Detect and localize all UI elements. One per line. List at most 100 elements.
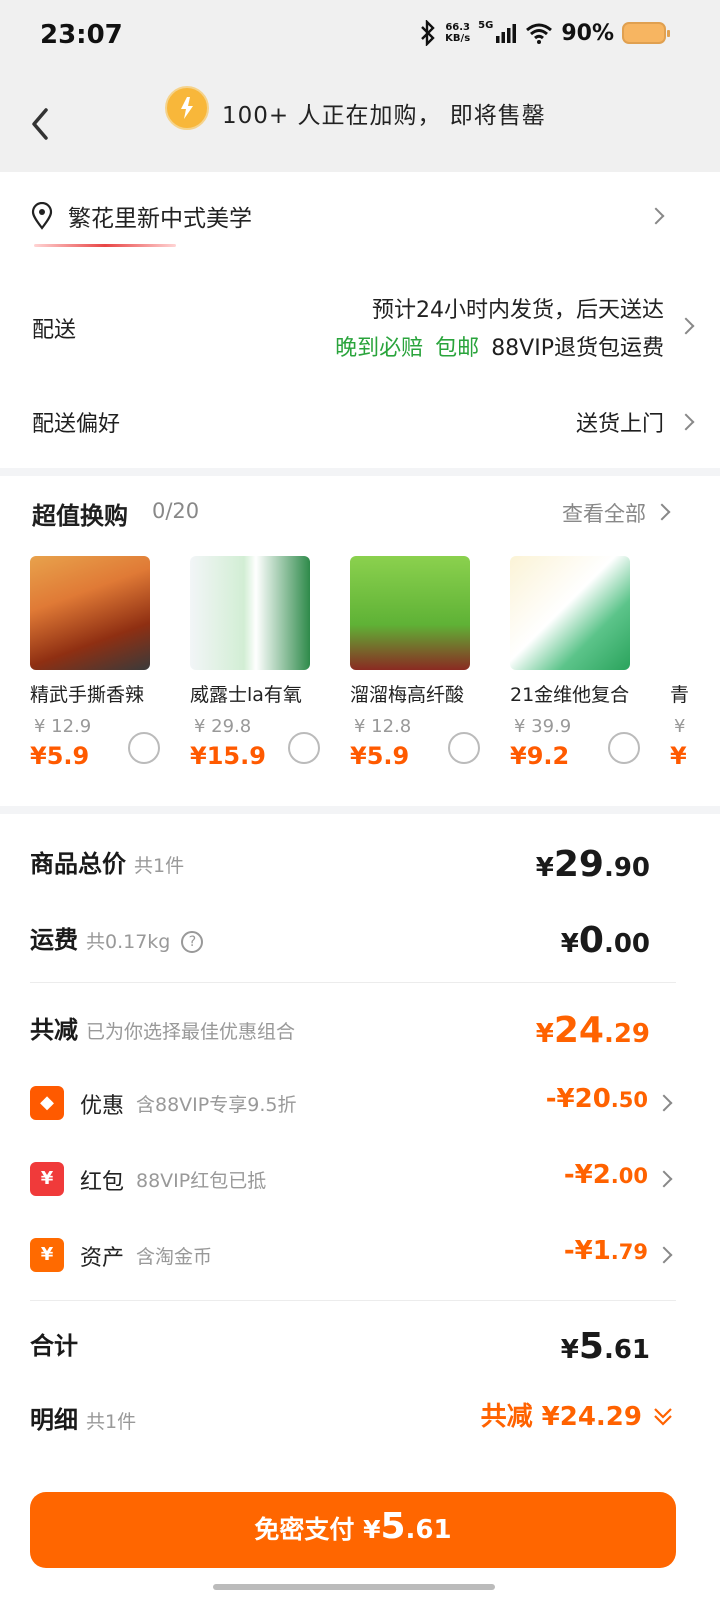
late-compensation-tag: 晚到必赔 bbox=[335, 336, 424, 361]
coupon-row[interactable]: ◆ 优惠 含88VIP专享9.5折 -¥20.50 bbox=[30, 1084, 676, 1124]
product-image bbox=[30, 556, 150, 670]
delivery-preference-value[interactable]: 送货上门 bbox=[576, 406, 664, 438]
chevron-right-icon bbox=[677, 317, 695, 335]
back-arrow-icon[interactable] bbox=[22, 92, 58, 152]
product-image bbox=[670, 556, 720, 670]
select-radio[interactable] bbox=[128, 732, 160, 764]
delivery-estimate[interactable]: 预计24小时内发货，后天送达 bbox=[372, 292, 664, 324]
status-bar: 23:07 66.3 KB/s 5G 90% bbox=[0, 0, 720, 76]
bluetooth-icon bbox=[421, 20, 435, 46]
bundle-title: 超值换购 bbox=[32, 502, 128, 530]
bundle-product[interactable]: 溜溜梅高纤酸 ¥ 12.8 ¥5.9 bbox=[350, 556, 508, 796]
select-radio[interactable] bbox=[448, 732, 480, 764]
chevron-right-icon bbox=[655, 1094, 673, 1112]
product-price: ¥9.2 bbox=[510, 742, 570, 770]
product-name: 威露士la有氧 bbox=[190, 684, 302, 706]
shipping-amount: ¥0.00 bbox=[560, 920, 650, 961]
assets-amount: -¥1.79 bbox=[563, 1236, 648, 1266]
product-image bbox=[350, 556, 470, 670]
red-packet-icon: ¥ bbox=[30, 1162, 64, 1196]
coupon-amount: -¥20.50 bbox=[545, 1084, 648, 1114]
assets-label: 资产 bbox=[80, 1246, 125, 1271]
bundle-product[interactable]: 精武手撕香辣 ¥ 12.9 ¥5.9 bbox=[30, 556, 188, 796]
select-radio[interactable] bbox=[608, 732, 640, 764]
grand-total-label: 合计 bbox=[30, 1332, 78, 1360]
address-delivery-card: 繁花里新中式美学 配送 预计24小时内发货，后天送达 晚到必赔 包邮 88VIP退货… bbox=[0, 172, 720, 468]
goods-total-row: 商品总价 共1件 ¥29.90 bbox=[30, 844, 650, 885]
assets-sub: 含淘金币 bbox=[136, 1246, 213, 1268]
address-text: 繁花里新中式美学 bbox=[68, 206, 252, 232]
help-icon[interactable]: ? bbox=[181, 931, 204, 953]
product-original-price: ¥ 29.8 bbox=[194, 716, 252, 737]
bundle-product-list: 精武手撕香辣 ¥ 12.9 ¥5.9 威露士la有氧 ¥ 29.8 ¥15.9 … bbox=[30, 556, 720, 796]
battery-percent: 90% bbox=[561, 20, 614, 46]
bundle-count: 0/20 bbox=[152, 499, 200, 523]
battery-icon bbox=[622, 22, 670, 44]
address-underline-mark bbox=[34, 244, 176, 247]
delivery-label: 配送 bbox=[32, 318, 77, 343]
chevron-right-icon bbox=[655, 1170, 673, 1188]
red-packet-sub: 88VIP红包已抵 bbox=[136, 1170, 267, 1192]
shipping-label: 运费 bbox=[30, 926, 78, 954]
product-price: ¥15.9 bbox=[190, 742, 266, 770]
product-original-price: ¥ 12.8 bbox=[354, 716, 412, 737]
address-row[interactable]: 繁花里新中式美学 bbox=[30, 194, 690, 238]
page-header: 100+ 人正在加购， 即将售罄 bbox=[0, 76, 720, 172]
product-name: 21金维他复合 bbox=[510, 684, 630, 706]
product-price: ¥5.9 bbox=[30, 742, 90, 770]
location-pin-icon bbox=[31, 202, 53, 230]
total-discount-row: 共减 已为你选择最佳优惠组合 ¥24.29 bbox=[30, 1010, 650, 1051]
home-indicator[interactable] bbox=[213, 1584, 495, 1590]
shipping-weight: 共0.17kg bbox=[86, 931, 171, 953]
chevron-right-icon bbox=[653, 503, 671, 521]
network-type-label: 5G bbox=[478, 19, 494, 31]
chevron-right-icon bbox=[655, 1246, 673, 1264]
product-price: ¥ bbox=[670, 742, 687, 770]
bundle-product[interactable]: 21金维他复合 ¥ 39.9 ¥9.2 bbox=[510, 556, 668, 796]
free-shipping-tag: 包邮 bbox=[435, 336, 480, 361]
tag-icon: ◆ bbox=[30, 1086, 64, 1120]
total-discount-amount: ¥24.29 bbox=[535, 1010, 650, 1051]
delivery-tags[interactable]: 晚到必赔 包邮 88VIP退货包运费 bbox=[335, 330, 664, 362]
detail-row[interactable]: 明细 共1件 共减 ¥24.29 bbox=[30, 1400, 676, 1435]
detail-label: 明细 bbox=[30, 1406, 78, 1434]
detail-discount: 共减 ¥24.29 bbox=[480, 1402, 642, 1432]
divider bbox=[30, 982, 676, 983]
product-name: 精武手撕香辣 bbox=[30, 684, 145, 706]
status-icons: 66.3 KB/s 5G 90% bbox=[419, 19, 670, 46]
best-combo-note: 已为你选择最佳优惠组合 bbox=[86, 1021, 296, 1043]
goods-total-label: 商品总价 bbox=[30, 850, 126, 878]
delivery-preference-label: 配送偏好 bbox=[32, 412, 121, 437]
bundle-product[interactable]: 青 ¥ ¥ bbox=[670, 556, 720, 796]
coin-icon: ¥ bbox=[30, 1238, 64, 1272]
product-name: 溜溜梅高纤酸 bbox=[350, 684, 465, 706]
order-summary: 商品总价 共1件 ¥29.90 运费 共0.17kg ? ¥0.00 共减 已为你选择… bbox=[0, 814, 720, 1600]
goods-total-amount: ¥29.90 bbox=[535, 844, 650, 885]
coupon-label: 优惠 bbox=[80, 1094, 125, 1119]
product-price: ¥5.9 bbox=[350, 742, 410, 770]
shipping-row: 运费 共0.17kg ? ¥0.00 bbox=[30, 920, 650, 961]
product-original-price: ¥ 39.9 bbox=[514, 716, 572, 737]
bell-icon bbox=[165, 86, 209, 130]
red-packet-amount: -¥2.00 bbox=[563, 1160, 648, 1190]
signal-icon bbox=[496, 24, 517, 43]
product-name: 青 bbox=[670, 684, 690, 706]
grand-total-row: 合计 ¥5.61 bbox=[30, 1326, 650, 1367]
product-original-price: ¥ bbox=[674, 716, 686, 737]
bundle-product[interactable]: 威露士la有氧 ¥ 29.8 ¥15.9 bbox=[190, 556, 348, 796]
select-radio[interactable] bbox=[288, 732, 320, 764]
pay-button[interactable]: 免密支付 ¥5.61 bbox=[30, 1492, 676, 1568]
assets-row[interactable]: ¥ 资产 含淘金币 -¥1.79 bbox=[30, 1236, 676, 1276]
product-image bbox=[510, 556, 630, 670]
view-all-link[interactable]: 查看全部 bbox=[562, 498, 646, 528]
red-packet-label: 红包 bbox=[80, 1170, 125, 1195]
divider bbox=[30, 1300, 676, 1301]
total-discount-label: 共减 bbox=[30, 1016, 78, 1044]
vip-return-note: 88VIP退货包运费 bbox=[491, 336, 664, 361]
detail-count: 共1件 bbox=[86, 1411, 137, 1433]
red-packet-row[interactable]: ¥ 红包 88VIP红包已抵 -¥2.00 bbox=[30, 1160, 676, 1200]
chevron-down-icon[interactable] bbox=[652, 1404, 674, 1428]
net-speed: 66.3 KB/s bbox=[445, 22, 471, 44]
status-time: 23:07 bbox=[40, 20, 123, 50]
urgency-notice: 100+ 人正在加购， 即将售罄 bbox=[222, 103, 546, 129]
